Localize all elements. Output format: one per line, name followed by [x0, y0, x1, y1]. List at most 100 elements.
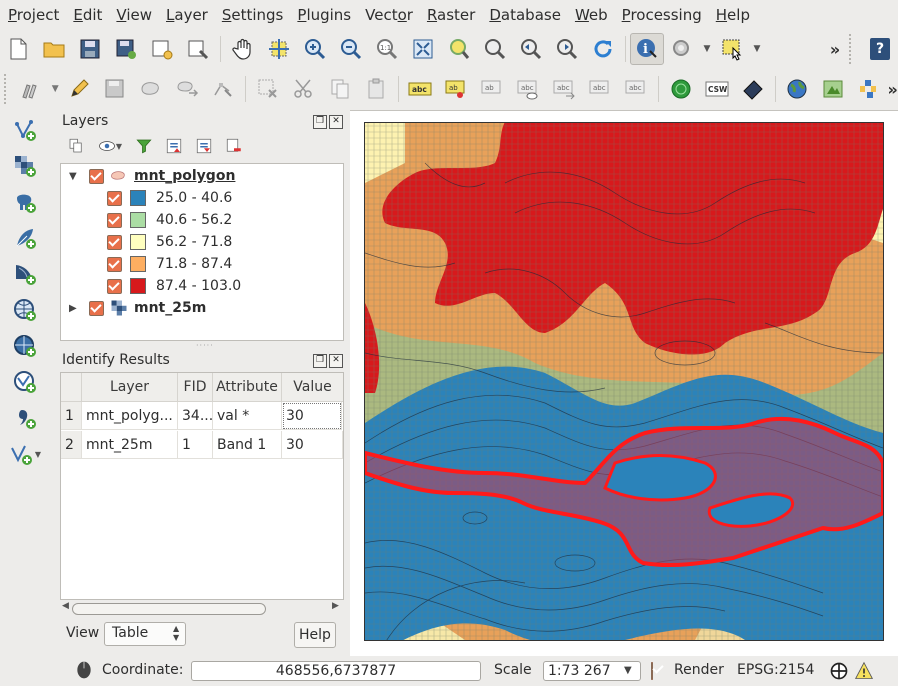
open-project-button[interactable]	[36, 32, 72, 66]
layer-visibility-checkbox[interactable]	[89, 168, 104, 184]
panel-splitter[interactable]: ·····	[196, 341, 214, 350]
table-cell-attribute[interactable]: Band 1	[213, 431, 282, 459]
identify-horizontal-scrollbar[interactable]: ◀ ▶	[60, 600, 342, 616]
delete-selected-button[interactable]	[250, 72, 286, 106]
view-mode-select[interactable]: Table ▲ ▼	[104, 622, 186, 646]
scroll-right-icon[interactable]: ▶	[332, 601, 339, 611]
expand-arrow-icon[interactable]: ▶	[69, 303, 81, 314]
legend-class-row[interactable]: 87.4 - 103.0	[61, 275, 343, 297]
menu-settings[interactable]: Settings	[216, 6, 290, 24]
class-visibility-checkbox[interactable]	[107, 212, 122, 228]
add-delimited-text-layer-button[interactable]	[0, 400, 50, 436]
move-feature-button[interactable]	[169, 72, 205, 106]
class-visibility-checkbox[interactable]	[107, 278, 122, 294]
zoom-to-layer-button[interactable]	[477, 32, 513, 66]
zoom-to-selection-button[interactable]	[441, 32, 477, 66]
zoom-full-button[interactable]	[405, 32, 441, 66]
change-label-button[interactable]: abc	[618, 72, 654, 106]
select-dropdown-button[interactable]: ▼	[750, 32, 764, 66]
menu-plugins[interactable]: Plugins	[291, 6, 357, 24]
zoom-last-button[interactable]	[513, 32, 549, 66]
render-checkbox[interactable]	[651, 662, 653, 680]
layer-row-mnt-25m[interactable]: ▶ mnt_25m	[61, 297, 343, 319]
action-dropdown-button[interactable]: ▼	[700, 32, 714, 66]
rotate-label-button[interactable]: abc	[582, 72, 618, 106]
map-rendering[interactable]	[365, 123, 883, 640]
class-visibility-checkbox[interactable]	[107, 256, 122, 272]
add-wfs-layer-button[interactable]	[0, 364, 50, 400]
table-cell-fid[interactable]: 1	[178, 431, 213, 459]
add-wms-layer-button[interactable]	[0, 292, 50, 328]
column-header-value[interactable]: Value	[282, 373, 343, 402]
add-raster-layer-button[interactable]	[0, 148, 50, 184]
composer-manager-button[interactable]	[180, 32, 216, 66]
openlayers-button[interactable]	[779, 72, 815, 106]
table-cell-value[interactable]: 30	[282, 402, 342, 430]
layer-visibility-checkbox[interactable]	[89, 300, 104, 316]
cut-features-button[interactable]	[286, 72, 322, 106]
legend-class-row[interactable]: 71.8 - 87.4	[61, 253, 343, 275]
messages-button[interactable]	[854, 661, 874, 685]
move-label-button[interactable]: abc	[546, 72, 582, 106]
menu-processing[interactable]: Processing	[616, 6, 708, 24]
paste-features-button[interactable]	[358, 72, 394, 106]
menu-vector[interactable]: Vector	[359, 6, 419, 24]
zoom-native-button[interactable]: 1:1	[369, 32, 405, 66]
table-cell-layer[interactable]: mnt_25m	[82, 431, 178, 459]
layers-panel-float-button[interactable]: ❐	[313, 115, 327, 129]
menu-database[interactable]: Database	[483, 6, 567, 24]
new-project-button[interactable]	[0, 32, 36, 66]
action-button[interactable]	[664, 32, 700, 66]
pin-labels-button[interactable]: ab	[438, 72, 474, 106]
identify-panel-float-button[interactable]: ❐	[313, 354, 327, 368]
legend-class-row[interactable]: 40.6 - 56.2	[61, 209, 343, 231]
menu-edit[interactable]: Edit	[67, 6, 108, 24]
zoom-out-button[interactable]	[333, 32, 369, 66]
table-cell-fid[interactable]: 34...	[178, 402, 213, 430]
select-features-button[interactable]	[714, 32, 750, 66]
layer-row-mnt-polygon[interactable]: ▼ mnt_polygon	[61, 165, 343, 187]
scale-combobox[interactable]: 1:73 267 ▼	[543, 661, 641, 681]
scrollbar-thumb[interactable]	[72, 603, 266, 615]
show-hide-labels-button[interactable]: ab	[474, 72, 510, 106]
identify-features-button[interactable]: i	[630, 33, 664, 65]
expand-arrow-icon[interactable]: ▼	[69, 171, 81, 182]
toggle-editing-button[interactable]	[61, 72, 97, 106]
menu-project[interactable]: Project	[2, 6, 65, 24]
class-visibility-checkbox[interactable]	[107, 234, 122, 250]
filter-legend-button[interactable]	[132, 135, 156, 157]
add-mssql-layer-button[interactable]	[0, 256, 50, 292]
pan-to-selection-button[interactable]	[261, 32, 297, 66]
column-header-attribute[interactable]: Attribute	[213, 373, 282, 402]
scroll-left-icon[interactable]: ◀	[62, 601, 69, 611]
menu-view[interactable]: View	[110, 6, 158, 24]
add-vector-layer-button[interactable]	[0, 112, 50, 148]
toolbar-overflow-button[interactable]: »	[825, 40, 845, 59]
map-canvas[interactable]	[364, 122, 884, 641]
layers-panel-close-button[interactable]: ✕	[329, 115, 343, 129]
help-contents-button[interactable]: ?	[862, 32, 898, 66]
legend-class-row[interactable]: 25.0 - 40.6	[61, 187, 343, 209]
copy-features-button[interactable]	[322, 72, 358, 106]
save-as-button[interactable]	[108, 32, 144, 66]
csw-button[interactable]: CSW	[699, 72, 735, 106]
save-layer-edits-button[interactable]	[97, 72, 133, 106]
python-console-button[interactable]	[851, 72, 887, 106]
toolbar-overflow-button[interactable]: »	[887, 80, 898, 99]
identify-panel-close-button[interactable]: ✕	[329, 354, 343, 368]
zoom-in-button[interactable]	[297, 32, 333, 66]
new-layer-button[interactable]: ▼	[0, 436, 50, 472]
identify-help-button[interactable]: Help	[294, 622, 336, 648]
menu-raster[interactable]: Raster	[421, 6, 481, 24]
pan-button[interactable]	[225, 32, 261, 66]
add-spatialite-layer-button[interactable]	[0, 220, 50, 256]
qgis-cloud-button[interactable]	[815, 72, 851, 106]
add-wcs-layer-button[interactable]	[0, 328, 50, 364]
manage-visibility-button[interactable]: ▼	[94, 135, 126, 157]
table-cell-value[interactable]: 30	[282, 431, 343, 459]
node-tool-button[interactable]	[205, 72, 241, 106]
toolbar-grip[interactable]	[849, 34, 859, 64]
menu-help[interactable]: Help	[710, 6, 756, 24]
column-header-layer[interactable]: Layer	[82, 373, 178, 402]
projection-properties-button[interactable]	[829, 661, 849, 685]
